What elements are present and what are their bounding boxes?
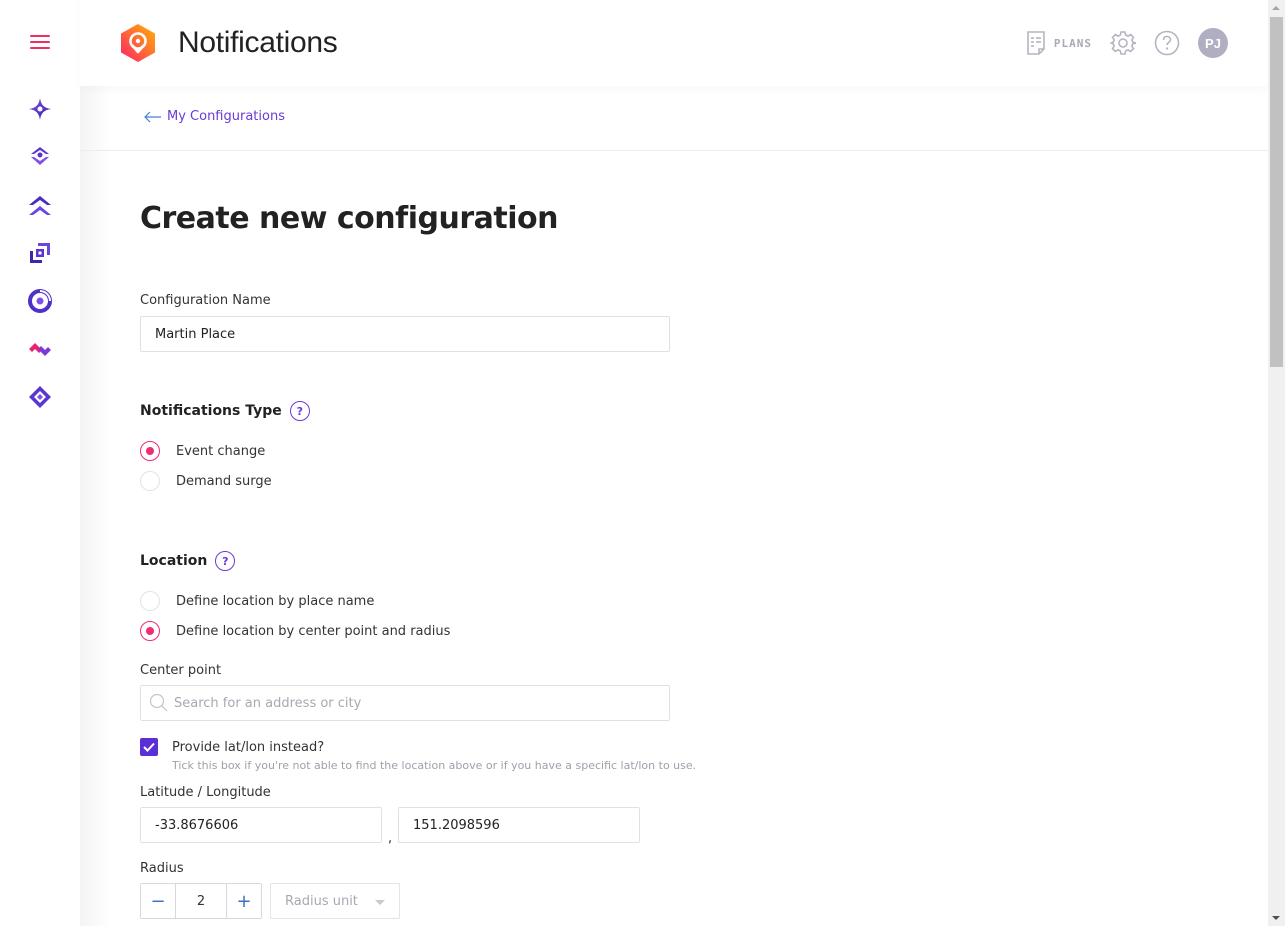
breadcrumb-bar: My Configurations (80, 86, 1268, 151)
chevron-down-icon (375, 900, 385, 905)
location-title: Location (140, 553, 208, 569)
notifications-type-heading: Notifications Type ? (140, 401, 310, 421)
center-point-search-input[interactable]: Search for an address or city (140, 685, 670, 721)
radio-location-by-center-radius[interactable]: Define location by center point and radi… (140, 621, 450, 641)
location-pin-icon[interactable] (27, 143, 53, 169)
notifications-type-help-icon[interactable]: ? (289, 401, 310, 421)
radius-unit-select[interactable]: Radius unit (270, 883, 400, 919)
scroll-down-arrow-icon[interactable] (1272, 916, 1280, 920)
notifications-type-title: Notifications Type (140, 403, 282, 419)
back-to-my-configurations-link[interactable]: My Configurations (144, 109, 285, 124)
radio-button[interactable] (140, 471, 160, 491)
radius-value-input[interactable]: 2 (175, 884, 227, 918)
radio-location-by-place-name[interactable]: Define location by place name (140, 591, 374, 611)
page-title: Create new configuration (140, 201, 558, 236)
radio-label: Demand surge (176, 473, 272, 489)
latlon-checkbox-label: Provide lat/lon instead? (172, 739, 325, 755)
double-chevron-up-icon[interactable] (27, 193, 53, 219)
latlon-separator: , (388, 831, 393, 846)
plans-label: PLANS (1053, 36, 1092, 50)
top-actions: PLANS PJ (1026, 28, 1228, 58)
arrow-left-icon (144, 111, 161, 122)
app-title: Notifications (178, 26, 338, 59)
search-placeholder: Search for an address or city (174, 695, 362, 711)
radius-decrement-button[interactable]: − (141, 884, 175, 918)
scroll-up-arrow-icon[interactable] (1272, 6, 1280, 10)
back-link-label: My Configurations (167, 109, 285, 124)
latitude-input[interactable]: -33.8676606 (140, 807, 382, 843)
radio-label: Define location by place name (176, 593, 375, 609)
radio-event-change[interactable]: Event change (140, 441, 265, 461)
longitude-input[interactable]: 151.2098596 (398, 807, 640, 843)
config-name-label: Configuration Name (140, 293, 271, 308)
radio-button-checked[interactable] (140, 621, 160, 641)
radius-increment-button[interactable]: + (227, 884, 261, 918)
user-avatar[interactable]: PJ (1198, 28, 1228, 58)
overlapping-squares-icon[interactable] (27, 240, 53, 266)
radio-demand-surge[interactable]: Demand surge (140, 471, 272, 491)
vertical-scrollbar[interactable] (1268, 0, 1285, 926)
sparkle-icon[interactable] (27, 96, 53, 122)
location-help-icon[interactable]: ? (215, 551, 236, 571)
latlon-hint: Tick this box if you're not able to find… (172, 759, 697, 772)
document-icon (1027, 31, 1045, 55)
latlon-checkbox-row[interactable]: Provide lat/lon instead? (140, 738, 324, 756)
zigzag-icon[interactable] (27, 336, 53, 362)
location-heading: Location ? (140, 551, 236, 571)
radius-label: Radius (140, 861, 184, 876)
help-icon[interactable] (1154, 30, 1180, 56)
search-icon (149, 693, 168, 712)
latlon-checkbox[interactable] (140, 738, 158, 756)
gear-icon[interactable] (1110, 30, 1136, 56)
config-name-input[interactable]: Martin Place (140, 316, 670, 352)
target-ring-icon[interactable] (27, 288, 53, 314)
checkmark-icon (143, 742, 155, 752)
radio-button-checked[interactable] (140, 441, 160, 461)
radio-label: Define location by center point and radi… (176, 623, 451, 639)
radio-label: Event change (176, 443, 266, 459)
diamond-icon[interactable] (27, 384, 53, 410)
radio-button[interactable] (140, 591, 160, 611)
center-point-label: Center point (140, 663, 222, 678)
radius-stepper: − 2 + (140, 883, 262, 919)
app-logo-icon[interactable] (118, 23, 158, 63)
scrollbar-thumb[interactable] (1270, 17, 1283, 367)
top-bar: Notifications PLANS PJ (80, 0, 1268, 86)
latlon-label: Latitude / Longitude (140, 785, 271, 800)
plans-button[interactable]: PLANS (1026, 30, 1092, 56)
hamburger-menu-icon[interactable] (30, 35, 50, 51)
radius-unit-placeholder: Radius unit (285, 893, 358, 909)
sidebar (0, 0, 80, 926)
